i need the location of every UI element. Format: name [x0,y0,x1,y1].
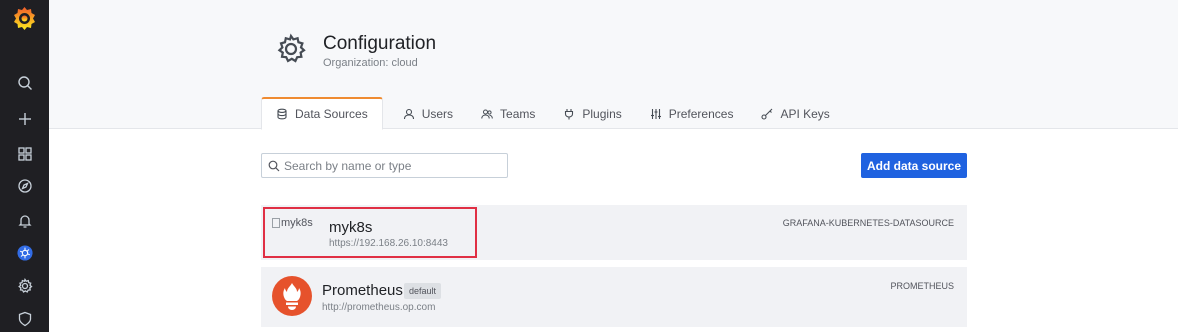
tab-api-keys[interactable]: API Keys [747,97,843,130]
add-data-source-button[interactable]: Add data source [861,153,967,178]
gear-icon[interactable] [12,275,37,297]
alerting-icon[interactable] [12,210,37,232]
tab-data-sources[interactable]: Data Sources [261,97,383,130]
dashboards-icon[interactable] [12,143,37,165]
user-icon [403,108,415,120]
search-input[interactable] [284,158,504,173]
sliders-icon [650,108,662,120]
users-icon [481,108,493,120]
tab-plugins[interactable]: Plugins [549,97,635,130]
tab-preferences[interactable]: Preferences [636,97,748,130]
highlight-box [263,207,477,258]
page-header: Configuration Organization: cloud Data S… [49,0,1178,130]
default-badge: default [404,283,442,299]
tab-label: API Keys [780,106,830,121]
plus-icon[interactable] [12,108,37,130]
datasource-type: GRAFANA-KUBERNETES-DATASOURCE [782,218,954,228]
datasource-url: http://prometheus.op.com [322,302,436,313]
tab-bar: Data Sources Users Teams Plugins Prefere… [261,97,844,130]
tab-users[interactable]: Users [389,97,467,130]
tab-label: Data Sources [295,107,368,121]
database-icon [276,108,288,120]
sidebar [0,0,49,332]
datasource-type: PROMETHEUS [890,281,954,291]
explore-icon[interactable] [12,175,37,197]
grafana-logo-icon[interactable] [11,5,38,32]
prometheus-logo-icon [272,276,312,316]
tab-label: Plugins [582,106,622,121]
datasource-name[interactable]: Prometheus [322,282,403,299]
tab-label: Preferences [668,106,734,121]
page-subtitle: Organization: cloud [323,57,418,69]
kubernetes-icon[interactable] [12,242,37,264]
search-field[interactable] [261,153,508,178]
tab-label: Users [421,106,454,121]
plug-icon [563,108,575,120]
gear-icon [275,33,307,65]
search-icon [268,160,280,171]
key-icon [761,108,773,120]
page-title: Configuration [323,33,437,54]
tab-teams[interactable]: Teams [467,97,549,130]
shield-icon[interactable] [12,308,37,330]
search-icon[interactable] [12,72,37,94]
tab-label: Teams [500,106,536,121]
